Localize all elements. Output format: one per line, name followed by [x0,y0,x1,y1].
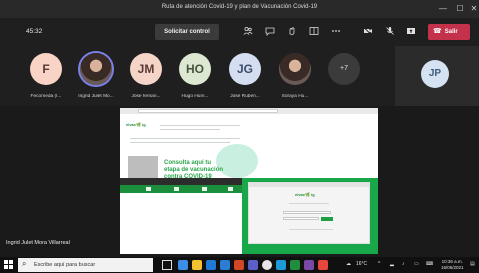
inner-site-logo: elvac🌿 ig [295,192,315,197]
participant-tile[interactable]: Soraya Hu... [270,53,320,103]
participant-name: Soraya Hu... [281,94,309,99]
onenote-icon[interactable] [304,260,314,270]
avatar [80,53,112,85]
request-control-button[interactable]: Solicitar control [155,24,219,40]
volume-icon[interactable]: ♪ [402,261,405,267]
windows-taskbar: ⌕ Escribe aquí para buscar ☁ 16°C ^ ▂ ♪ … [0,257,479,273]
participants-strip: F Fecomeda (I... Ingrid Julet Mo... JM J… [0,46,479,106]
chrome-icon[interactable] [262,260,272,270]
taskbar-clock[interactable]: 10:36 a.m. 16/06/2021 [441,259,464,270]
outlook-icon[interactable] [276,260,286,270]
teams-meeting-window: Ruta de atención Covid-19 y plan de Vacu… [0,0,479,273]
self-view-panel: JP [395,46,479,106]
more-options-icon[interactable] [330,26,342,38]
avatar: F [30,53,62,85]
windows-start-icon[interactable] [4,260,13,269]
participant-tile[interactable]: HO Hugo Hum... [170,53,220,103]
word-icon[interactable] [220,260,230,270]
participant-tile[interactable]: F Fecomeda (I... [21,53,71,103]
participant-tile[interactable]: JM Jose fernan... [121,53,171,103]
inner-input-field[interactable] [283,217,319,220]
reactions-icon[interactable] [286,26,298,38]
strip-icon [174,187,179,191]
participant-tile[interactable]: Ingrid Julet Mo... [71,53,121,103]
strip-icon [228,187,233,191]
avatar: JG [229,53,261,85]
leave-button[interactable]: ☎ Salir [428,24,470,40]
mic-off-icon[interactable] [384,26,396,38]
title-bar: Ruta de atención Covid-19 y plan de Vacu… [0,0,479,18]
weather-icon[interactable]: ☁ [346,261,351,267]
temperature[interactable]: 16°C [356,261,367,267]
battery-icon[interactable]: ▭ [414,261,419,267]
meeting-timer: 45:32 [26,28,43,35]
cta-line: Consulta aquí tu [164,160,211,166]
inner-submit-button[interactable] [321,217,333,221]
meeting-toolbar: 45:32 Solicitar control ☎ Salir [0,18,479,46]
powerpoint-icon[interactable] [234,260,244,270]
browser-address-bar [138,109,278,113]
minimize-button[interactable]: — [437,3,449,14]
cta-line: etapa de vacunación [164,167,224,173]
strip-icon [202,187,207,191]
tray-chevron-icon[interactable]: ^ [378,261,380,267]
window-title: Ruta de atención Covid-19 y plan de Vacu… [161,4,318,10]
app-icon[interactable] [318,260,328,270]
notifications-icon[interactable]: ▤ [470,261,475,267]
search-icon: ⌕ [22,259,27,268]
edge-icon[interactable] [178,260,188,270]
site-green-strip [120,185,248,193]
excel-icon[interactable] [290,260,300,270]
phone-hangup-icon: ☎ [433,28,442,35]
shared-content-stage: elvac🌿 ig Consulta aquí tu etapa de vacu… [0,106,479,257]
more-participants-count: +7 [328,53,360,85]
maximize-button[interactable]: ☐ [454,3,466,14]
participants-icon[interactable] [242,26,254,38]
inner-browser-window: elvac🌿 ig [248,182,370,244]
taskbar-search-box[interactable]: ⌕ Escribe aquí para buscar [18,258,153,272]
leave-label: Salir [444,29,458,35]
avatar [279,53,311,85]
more-participants-tile[interactable]: +7 [319,53,369,103]
language-icon[interactable]: ⌨ [426,261,433,267]
site-text-line [130,142,230,143]
network-icon[interactable]: ▂ [390,261,394,267]
inner-browser-tabbar [249,183,369,187]
share-screen-icon[interactable] [405,26,417,38]
inner-text-line [289,203,329,204]
strip-icon [146,187,151,191]
avatar: HO [179,53,211,85]
teams-icon[interactable] [248,260,258,270]
site-nav-line [160,129,220,130]
search-placeholder: Escribe aquí para buscar [34,262,96,268]
clock-time: 10:36 a.m. [441,259,463,264]
inner-text-line [289,229,333,230]
task-view-icon[interactable] [162,260,172,270]
clock-date: 16/06/2021 [441,264,464,270]
site-logo: elvac🌿 ig [126,122,146,127]
file-explorer-icon[interactable] [192,260,202,270]
avatar: JM [130,53,162,85]
store-icon[interactable] [206,260,216,270]
chat-icon[interactable] [264,26,276,38]
shared-screen: elvac🌿 ig Consulta aquí tu etapa de vacu… [120,108,378,254]
participant-tile[interactable]: JG José Ruben... [220,53,270,103]
camera-off-icon[interactable] [362,26,374,38]
close-button[interactable]: ✕ [468,3,479,14]
presenter-name: Ingrid Julet Mora Villarreal [6,240,70,246]
self-avatar: JP [421,60,449,88]
site-text-line [130,138,240,139]
breakout-rooms-icon[interactable] [308,26,320,38]
inner-input-field[interactable] [283,211,331,214]
site-nav-line [160,125,240,126]
